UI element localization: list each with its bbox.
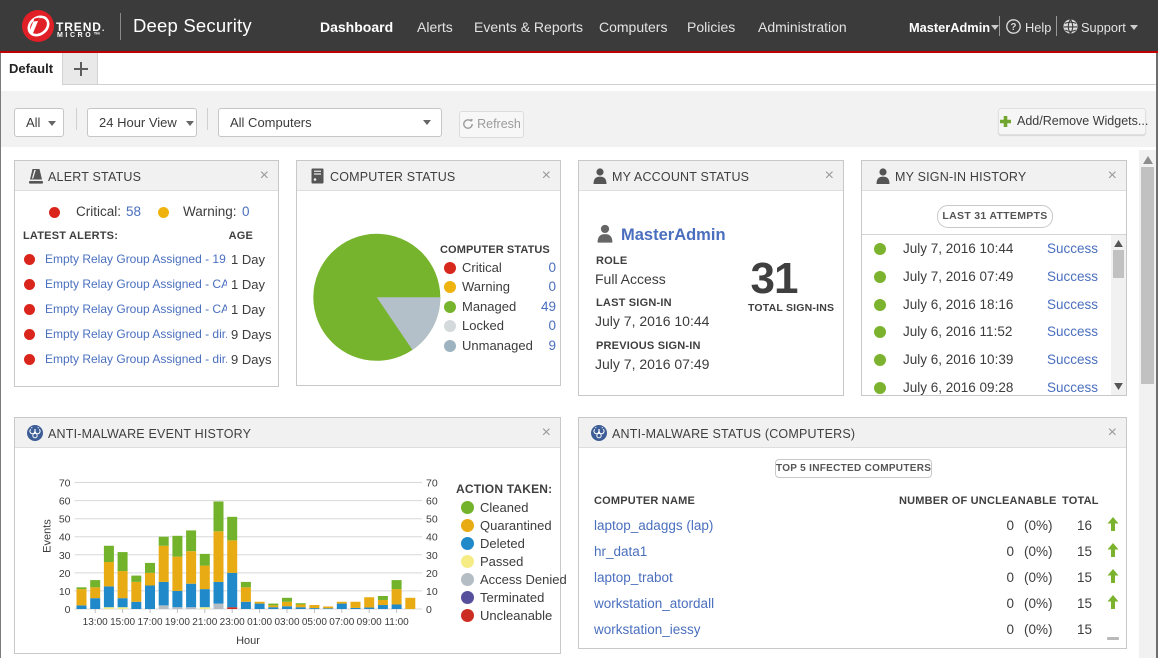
svg-text:40: 40 — [426, 532, 438, 544]
svg-text:17:00: 17:00 — [137, 617, 162, 628]
svg-text:70: 70 — [59, 478, 71, 490]
svg-text:?: ? — [1011, 22, 1017, 33]
svg-text:23:00: 23:00 — [220, 617, 245, 628]
svg-text:Events: Events — [42, 519, 54, 553]
svg-text:0: 0 — [426, 604, 432, 616]
svg-text:Hour: Hour — [236, 635, 260, 647]
svg-text:30: 30 — [426, 550, 438, 562]
svg-text:20: 20 — [59, 568, 71, 580]
svg-text:60: 60 — [426, 496, 438, 508]
svg-text:50: 50 — [59, 514, 71, 526]
svg-text:10: 10 — [426, 586, 438, 598]
svg-text:03:00: 03:00 — [274, 617, 299, 628]
svg-text:09:00: 09:00 — [357, 617, 382, 628]
svg-text:11:00: 11:00 — [384, 617, 409, 628]
svg-text:10: 10 — [59, 586, 71, 598]
svg-text:01:00: 01:00 — [247, 617, 272, 628]
svg-text:19:00: 19:00 — [165, 617, 190, 628]
svg-text:15:00: 15:00 — [110, 617, 135, 628]
svg-text:40: 40 — [59, 532, 71, 544]
svg-text:05:00: 05:00 — [302, 617, 327, 628]
svg-text:07:00: 07:00 — [329, 617, 354, 628]
svg-text:50: 50 — [426, 514, 438, 526]
svg-text:30: 30 — [59, 550, 71, 562]
svg-text:0: 0 — [65, 604, 71, 616]
svg-text:70: 70 — [426, 478, 438, 490]
svg-text:20: 20 — [426, 568, 438, 580]
svg-text:21:00: 21:00 — [192, 617, 217, 628]
svg-text:60: 60 — [59, 496, 71, 508]
svg-text:13:00: 13:00 — [83, 617, 108, 628]
